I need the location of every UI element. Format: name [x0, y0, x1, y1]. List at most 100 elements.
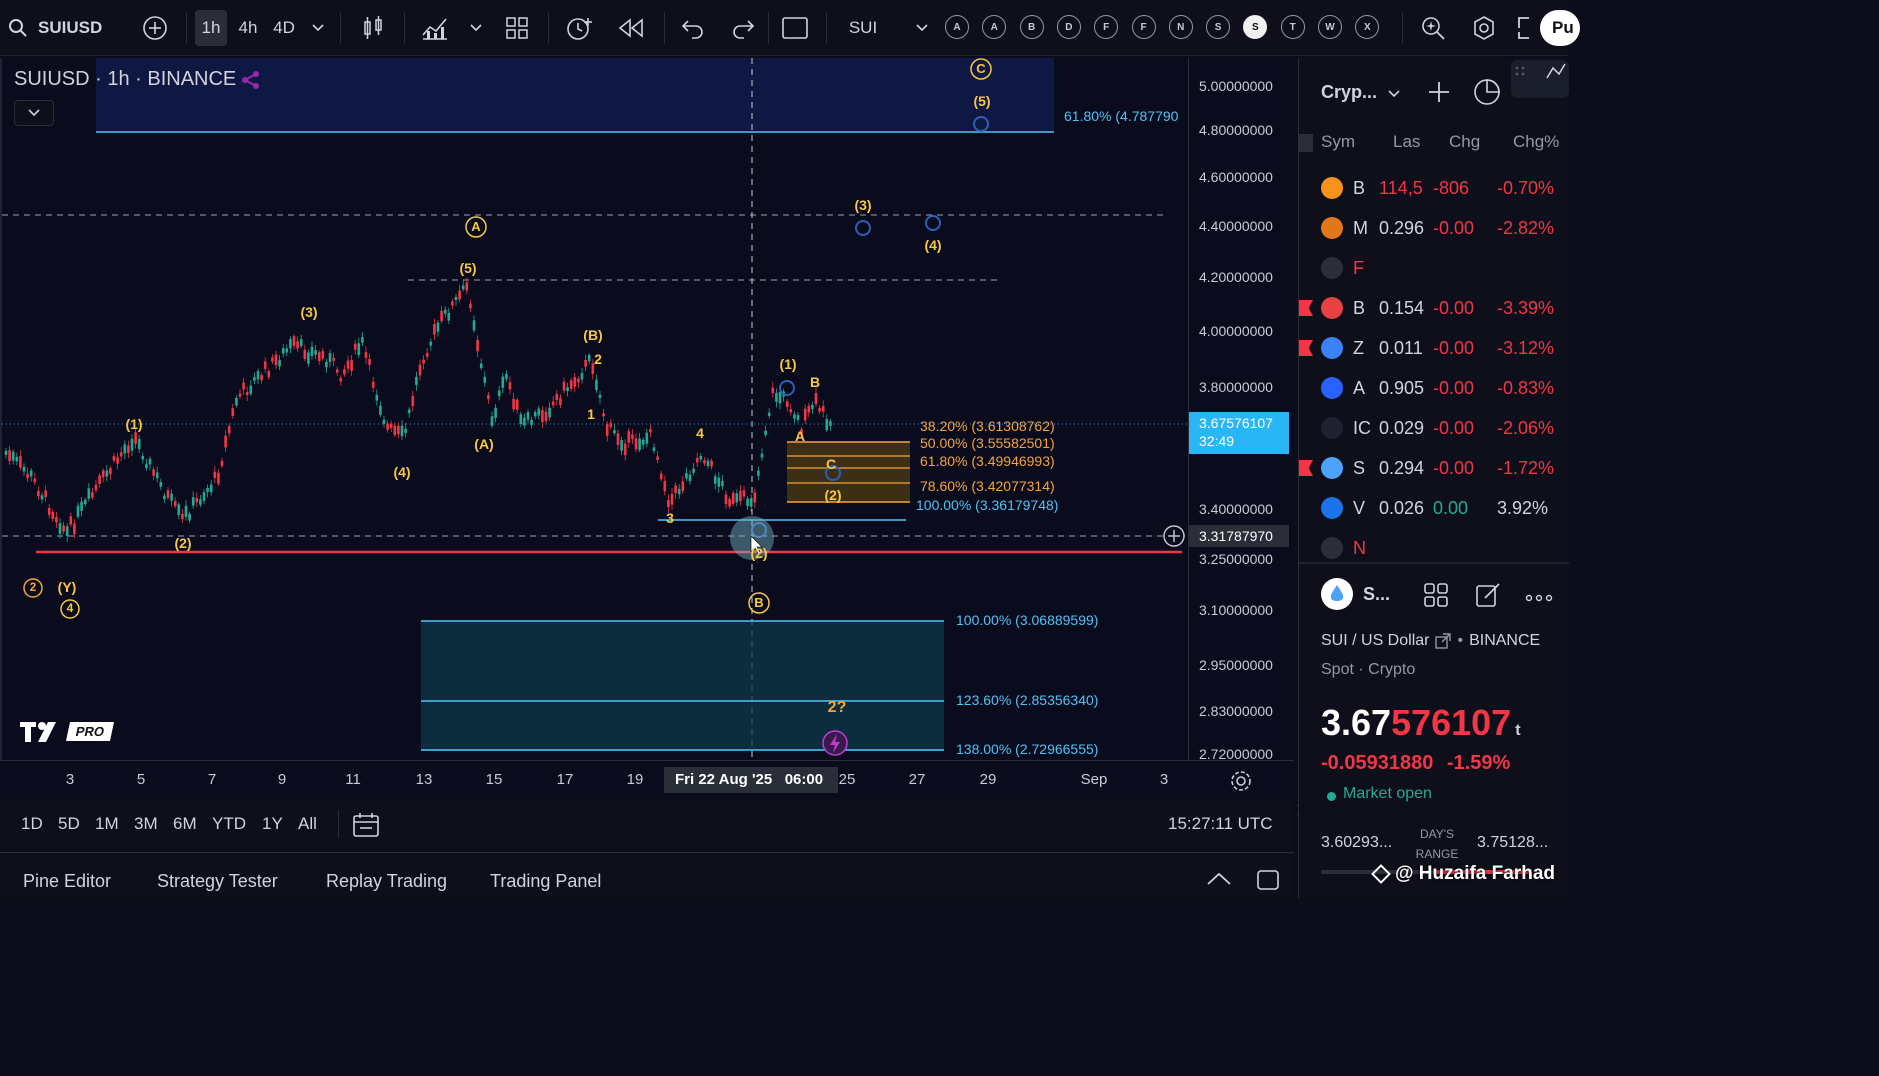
quick-symbol-button[interactable]: S [1243, 15, 1268, 39]
candle-body [487, 394, 490, 400]
details-more-button[interactable] [1525, 590, 1553, 608]
quick-symbol-button[interactable]: A [945, 15, 969, 39]
wave-label-circled-low: (2) [750, 545, 768, 561]
share-icon[interactable] [240, 70, 262, 95]
chart-pane[interactable]: SUIUSD · 1h · BINANCE 61.80% (4.787790 3… [0, 58, 1188, 760]
magic-search-button[interactable] [1418, 10, 1448, 46]
col-chg[interactable]: Chg [1449, 132, 1480, 152]
utc-clock[interactable]: 15:27:11 UTC [1168, 814, 1273, 834]
watchlist-row[interactable]: IC 0.029 -0.00 -2.06% [1299, 408, 1569, 448]
settings-button[interactable] [1468, 10, 1500, 46]
time-axis[interactable]: 3 5 7 9 11 13 15 17 19 Fri 22 Aug '25 06… [0, 760, 1294, 798]
flag-icon[interactable] [1299, 460, 1313, 476]
indicators-button[interactable] [418, 10, 452, 46]
panel-expand-button[interactable] [1206, 871, 1232, 892]
quick-symbol-button[interactable]: S [1206, 15, 1231, 39]
candle-body [807, 405, 811, 413]
watchlist-row[interactable]: B 114,5 -806 -0.70% [1299, 168, 1569, 208]
details-grid-button[interactable] [1423, 582, 1449, 613]
quick-symbol-button[interactable]: F [1094, 15, 1119, 39]
axis-settings-button[interactable] [1229, 769, 1253, 798]
watchlist-title[interactable]: Cryp... [1321, 82, 1377, 103]
layouts-button[interactable] [502, 10, 532, 46]
redo-button[interactable] [726, 10, 760, 46]
col-symbol[interactable]: Sym [1321, 132, 1355, 152]
quick-symbol-button[interactable]: F [1131, 15, 1156, 39]
details-edit-button[interactable] [1475, 582, 1501, 613]
compare-symbol-label[interactable]: SUI [840, 10, 886, 46]
maximize-icon [1257, 870, 1279, 890]
candle-body [429, 341, 433, 346]
col-chg-pct[interactable]: Chg% [1513, 132, 1559, 152]
fullscreen-button[interactable] [1516, 10, 1532, 46]
range-1m[interactable]: 1M [95, 814, 119, 834]
quick-symbol-button[interactable]: N [1168, 15, 1193, 39]
details-pair[interactable]: SUI / US Dollar [1321, 632, 1429, 650]
quick-symbol-button[interactable]: A [982, 15, 1007, 39]
candle-body [87, 488, 91, 499]
panel-maximize-button[interactable] [1256, 869, 1280, 896]
price-axis[interactable]: 5.00000000 4.80000000 4.60000000 4.40000… [1188, 58, 1294, 762]
tab-trading-panel[interactable]: Trading Panel [490, 871, 601, 892]
details-price-main: 3.67 [1321, 702, 1392, 743]
watchlist-row[interactable]: Z 0.011 -0.00 -3.12% [1299, 328, 1569, 368]
range-1y[interactable]: 1Y [262, 814, 283, 834]
candle-body [119, 452, 123, 457]
tab-strategy-tester[interactable]: Strategy Tester [157, 871, 278, 892]
compare-dropdown[interactable] [912, 10, 932, 46]
candle-body [163, 495, 166, 500]
quick-symbol-button[interactable]: D [1056, 15, 1081, 39]
candle-body [195, 497, 199, 503]
watchlist-row[interactable]: A 0.905 -0.00 -0.83% [1299, 368, 1569, 408]
details-pair-row: SUI / US Dollar • BINANCE [1321, 632, 1541, 650]
interval-dropdown[interactable] [306, 10, 330, 46]
quick-symbol-button[interactable]: X [1355, 15, 1380, 39]
range-5d[interactable]: 5D [58, 814, 80, 834]
watchlist-row[interactable]: M 0.296 -0.00 -2.82% [1299, 208, 1569, 248]
watchlist-row[interactable]: S 0.294 -0.00 -1.72% [1299, 448, 1569, 488]
drag-handle-icon[interactable] [1511, 60, 1569, 98]
range-ytd[interactable]: YTD [212, 814, 246, 834]
publish-button[interactable]: Pu [1540, 10, 1580, 46]
watchlist-row[interactable]: V 0.026 0.00 3.92% [1299, 488, 1569, 528]
legend-collapse-button[interactable] [14, 100, 54, 126]
flag-icon[interactable] [1299, 340, 1313, 356]
alert-button[interactable] [562, 10, 596, 46]
wave-label-5-peak: (5) [459, 260, 477, 276]
candle-body [271, 357, 274, 362]
details-type: Spot · Crypto [1321, 661, 1416, 678]
indicators-dropdown[interactable] [466, 10, 486, 46]
tab-pine-editor[interactable]: Pine Editor [23, 871, 111, 892]
quick-symbol-button[interactable]: W [1318, 15, 1342, 39]
col-last[interactable]: Las [1393, 132, 1420, 152]
watchlist-row[interactable]: F [1299, 248, 1569, 288]
top-toolbar: SUIUSD 1h 4h 4D SUI AABDFFNSSTWX Pu [0, 0, 1580, 56]
candle-body [811, 404, 814, 409]
add-symbol-button[interactable] [1427, 80, 1451, 109]
range-3m[interactable]: 3M [134, 814, 158, 834]
undo-button[interactable] [676, 10, 710, 46]
range-all[interactable]: All [298, 814, 317, 834]
flag-icon[interactable] [1299, 300, 1313, 316]
watchlist-row[interactable]: B 0.154 -0.00 -3.39% [1299, 288, 1569, 328]
tab-replay-trading[interactable]: Replay Trading [326, 871, 447, 892]
compare-add-button[interactable] [140, 10, 170, 46]
chart-type-button[interactable] [356, 10, 390, 46]
fullscreen-chart-button[interactable] [778, 10, 812, 46]
symbol-search-button[interactable]: SUIUSD [8, 10, 108, 46]
date-range-button[interactable] [352, 812, 380, 843]
range-1d[interactable]: 1D [21, 814, 43, 834]
watchlist-chart-button[interactable] [1473, 76, 1503, 111]
interval-1h-button[interactable]: 1h [195, 10, 227, 46]
watchlist-dropdown[interactable] [1387, 86, 1401, 104]
quick-symbol-button[interactable]: T [1280, 15, 1305, 39]
range-6m[interactable]: 6M [173, 814, 197, 834]
interval-4h-button[interactable]: 4h [232, 10, 264, 46]
candle-body [451, 301, 454, 306]
fib-label-1236: 123.60% (2.85356340) [956, 692, 1099, 708]
interval-4d-button[interactable]: 4D [268, 10, 300, 46]
external-link-icon[interactable] [1435, 633, 1452, 649]
candlestick-series [4, 277, 832, 542]
quick-symbol-button[interactable]: B [1019, 15, 1044, 39]
replay-button[interactable] [614, 10, 648, 46]
